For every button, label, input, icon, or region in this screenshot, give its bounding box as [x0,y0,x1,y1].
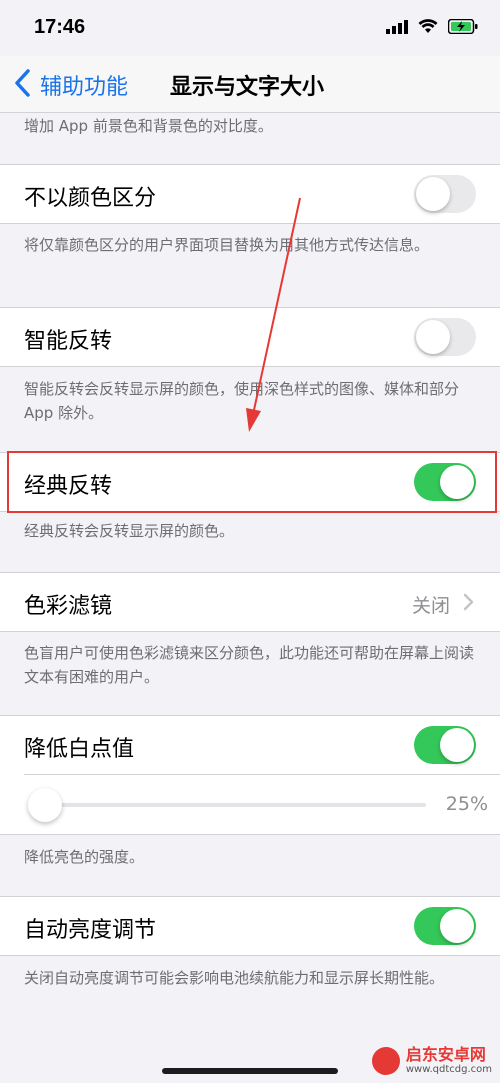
home-indicator [162,1068,338,1074]
watermark-title: 启东安卓网 [405,1045,486,1064]
watermark-url: www.qdtcdg.com [405,1064,492,1075]
annotation-arrow [246,197,301,432]
watermark-logo [371,1046,400,1075]
watermark: 启东安卓网 www.qdtcdg.com [371,1045,492,1075]
